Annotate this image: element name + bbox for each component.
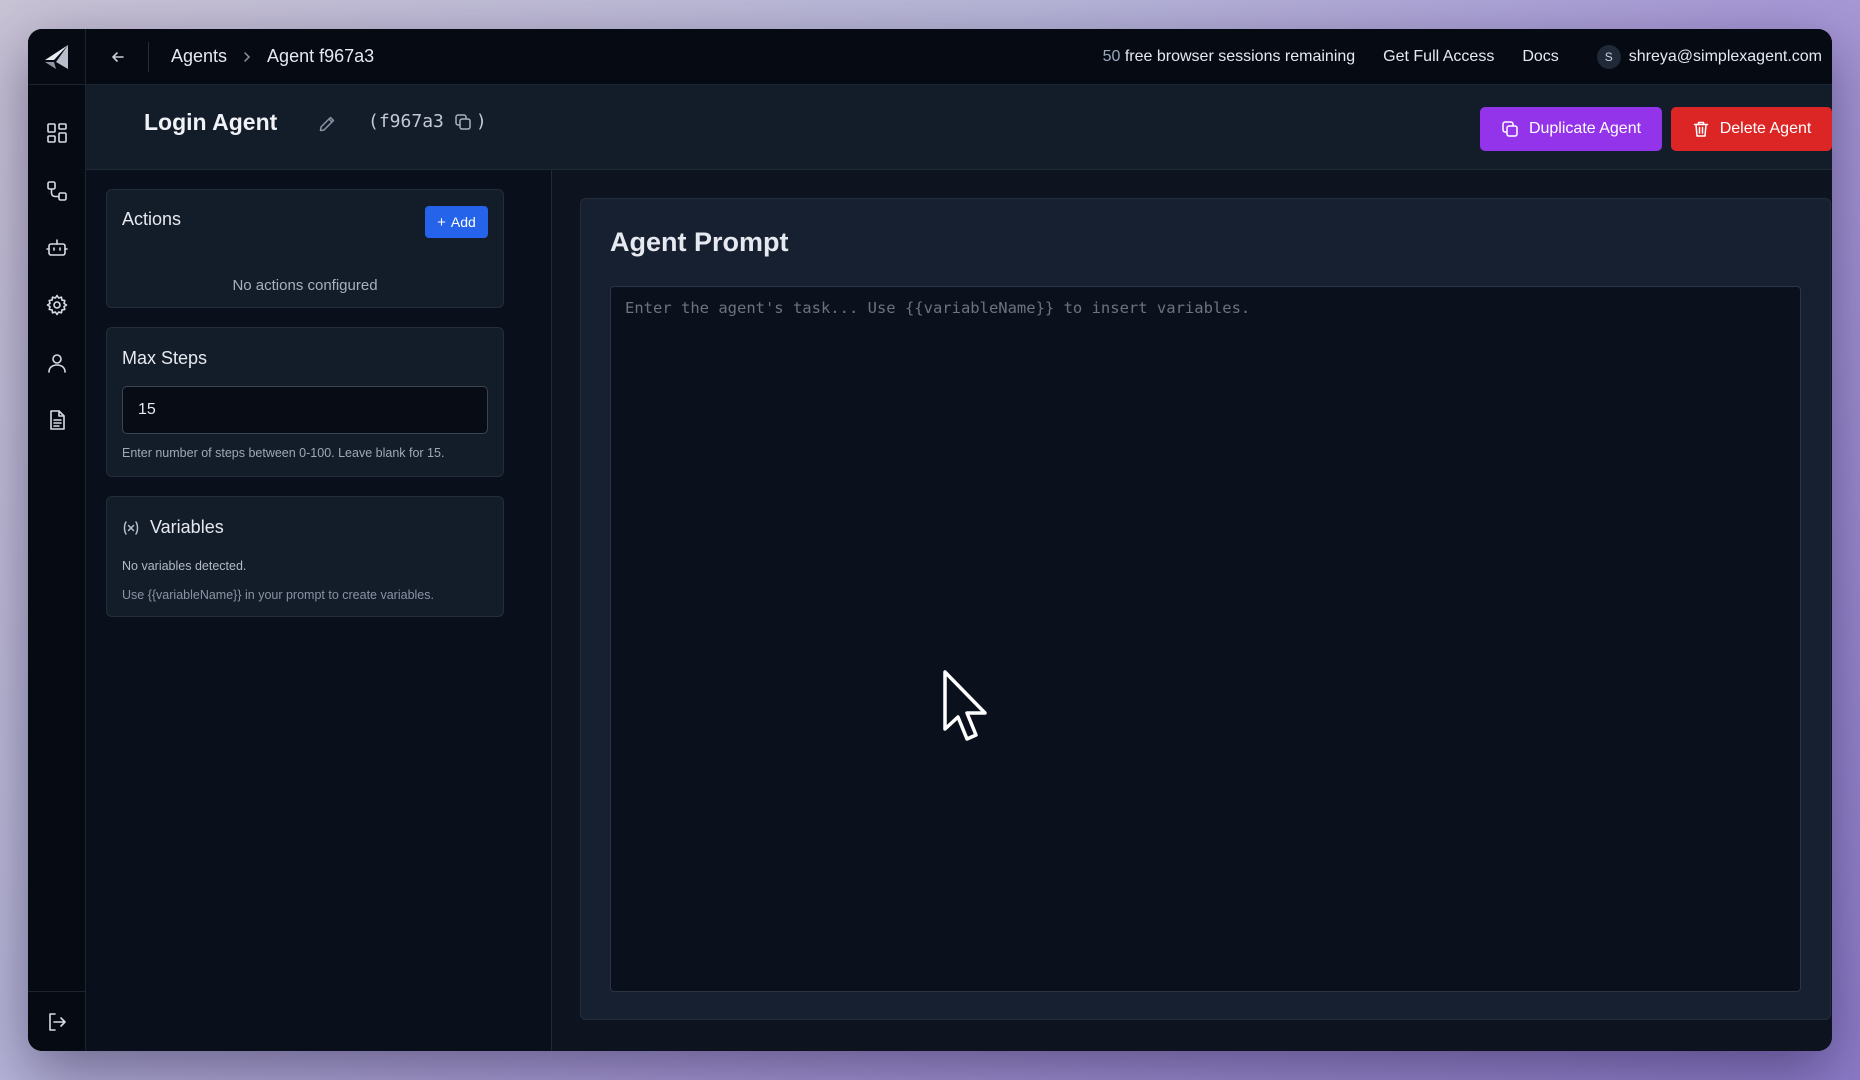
copy-icon bbox=[455, 113, 471, 130]
prompt-panel: Agent Prompt bbox=[552, 170, 1832, 1051]
docs-link[interactable]: Docs bbox=[1522, 48, 1558, 66]
user-icon bbox=[48, 354, 66, 373]
agent-id: ( f967a3 ) bbox=[368, 111, 487, 132]
max-steps-input[interactable] bbox=[122, 386, 488, 434]
agent-header: Login Agent ( f967a3 ) Duplicate Agent D… bbox=[86, 85, 1832, 170]
actions-card: Actions + Add No actions configured bbox=[106, 189, 504, 308]
agent-prompt-title: Agent Prompt bbox=[610, 227, 789, 257]
top-bar: Agents Agent f967a3 50 free browser sess… bbox=[28, 29, 1832, 85]
logout-button[interactable] bbox=[28, 991, 86, 1051]
chevron-right-icon bbox=[241, 51, 253, 63]
id-close-paren: ) bbox=[475, 111, 487, 132]
agent-name: Login Agent bbox=[144, 109, 278, 135]
sidebar-item-profile[interactable] bbox=[28, 343, 86, 383]
add-action-label: Add bbox=[450, 214, 476, 230]
agent-prompt-card: Agent Prompt bbox=[580, 198, 1831, 1020]
delete-agent-button[interactable]: Delete Agent bbox=[1671, 107, 1832, 151]
sidebar-item-logs[interactable] bbox=[28, 400, 86, 440]
variables-card: Variables No variables detected. Use {{v… bbox=[106, 496, 504, 617]
max-steps-title: Max Steps bbox=[122, 348, 208, 368]
agent-prompt-textarea[interactable] bbox=[610, 286, 1801, 992]
max-steps-help: Enter number of steps between 0-100. Lea… bbox=[122, 446, 445, 460]
sidebar-item-settings[interactable] bbox=[28, 285, 86, 325]
delete-agent-label: Delete Agent bbox=[1719, 120, 1812, 137]
sessions-remaining: 50 free browser sessions remaining bbox=[1103, 48, 1356, 66]
gear-icon bbox=[46, 294, 68, 316]
sidebar-item-agents[interactable] bbox=[28, 228, 86, 268]
bot-icon bbox=[46, 239, 68, 256]
edit-name-button[interactable] bbox=[318, 115, 336, 138]
workflow-icon bbox=[47, 181, 67, 201]
app-logo[interactable] bbox=[28, 29, 86, 85]
sessions-count: 50 bbox=[1102, 47, 1121, 65]
variable-icon bbox=[122, 519, 140, 537]
actions-title: Actions bbox=[122, 209, 182, 229]
sidebar-item-workflows[interactable] bbox=[28, 171, 86, 211]
actions-empty-state: No actions configured bbox=[232, 277, 378, 294]
duplicate-agent-label: Duplicate Agent bbox=[1528, 120, 1642, 137]
icon-sidebar bbox=[28, 85, 86, 1051]
back-button[interactable] bbox=[100, 39, 136, 75]
top-right-area: 50 free browser sessions remaining Get F… bbox=[1103, 44, 1832, 69]
pencil-icon bbox=[319, 116, 335, 132]
trash-icon bbox=[1693, 121, 1708, 137]
variables-heading: Variables bbox=[122, 517, 224, 538]
logout-icon bbox=[49, 1012, 66, 1031]
add-action-button[interactable]: + Add bbox=[425, 206, 488, 238]
agent-id-value: f967a3 bbox=[378, 111, 444, 132]
avatar[interactable]: S bbox=[1596, 44, 1621, 69]
max-steps-card: Max Steps Enter number of steps between … bbox=[106, 327, 504, 477]
user-email[interactable]: shreya@simplexagent.com bbox=[1629, 48, 1822, 66]
document-icon bbox=[50, 410, 65, 430]
config-panel: Actions + Add No actions configured Max … bbox=[86, 170, 552, 1051]
logo-icon bbox=[44, 44, 68, 69]
breadcrumb-current: Agent f967a3 bbox=[267, 46, 375, 66]
variables-empty-state: No variables detected. bbox=[122, 559, 247, 573]
get-full-access-link[interactable]: Get Full Access bbox=[1383, 48, 1494, 66]
variables-title: Variables bbox=[150, 517, 224, 537]
duplicate-agent-button[interactable]: Duplicate Agent bbox=[1480, 107, 1662, 151]
dashboard-icon bbox=[47, 123, 67, 143]
copy-id-button[interactable] bbox=[454, 113, 472, 131]
sidebar-item-dashboard[interactable] bbox=[28, 113, 86, 153]
mouse-pointer-icon bbox=[943, 670, 987, 741]
app-window: Agents Agent f967a3 50 free browser sess… bbox=[28, 29, 1832, 1051]
plus-icon: + bbox=[437, 213, 446, 231]
duplicate-icon bbox=[1502, 121, 1518, 137]
sessions-text: free browser sessions remaining bbox=[1120, 47, 1356, 65]
variables-hint: Use {{variableName}} in your prompt to c… bbox=[122, 588, 434, 602]
divider bbox=[148, 41, 149, 72]
id-open-paren: ( bbox=[368, 111, 379, 132]
breadcrumb-agents[interactable]: Agents bbox=[171, 46, 227, 67]
arrow-left-icon bbox=[112, 51, 124, 62]
